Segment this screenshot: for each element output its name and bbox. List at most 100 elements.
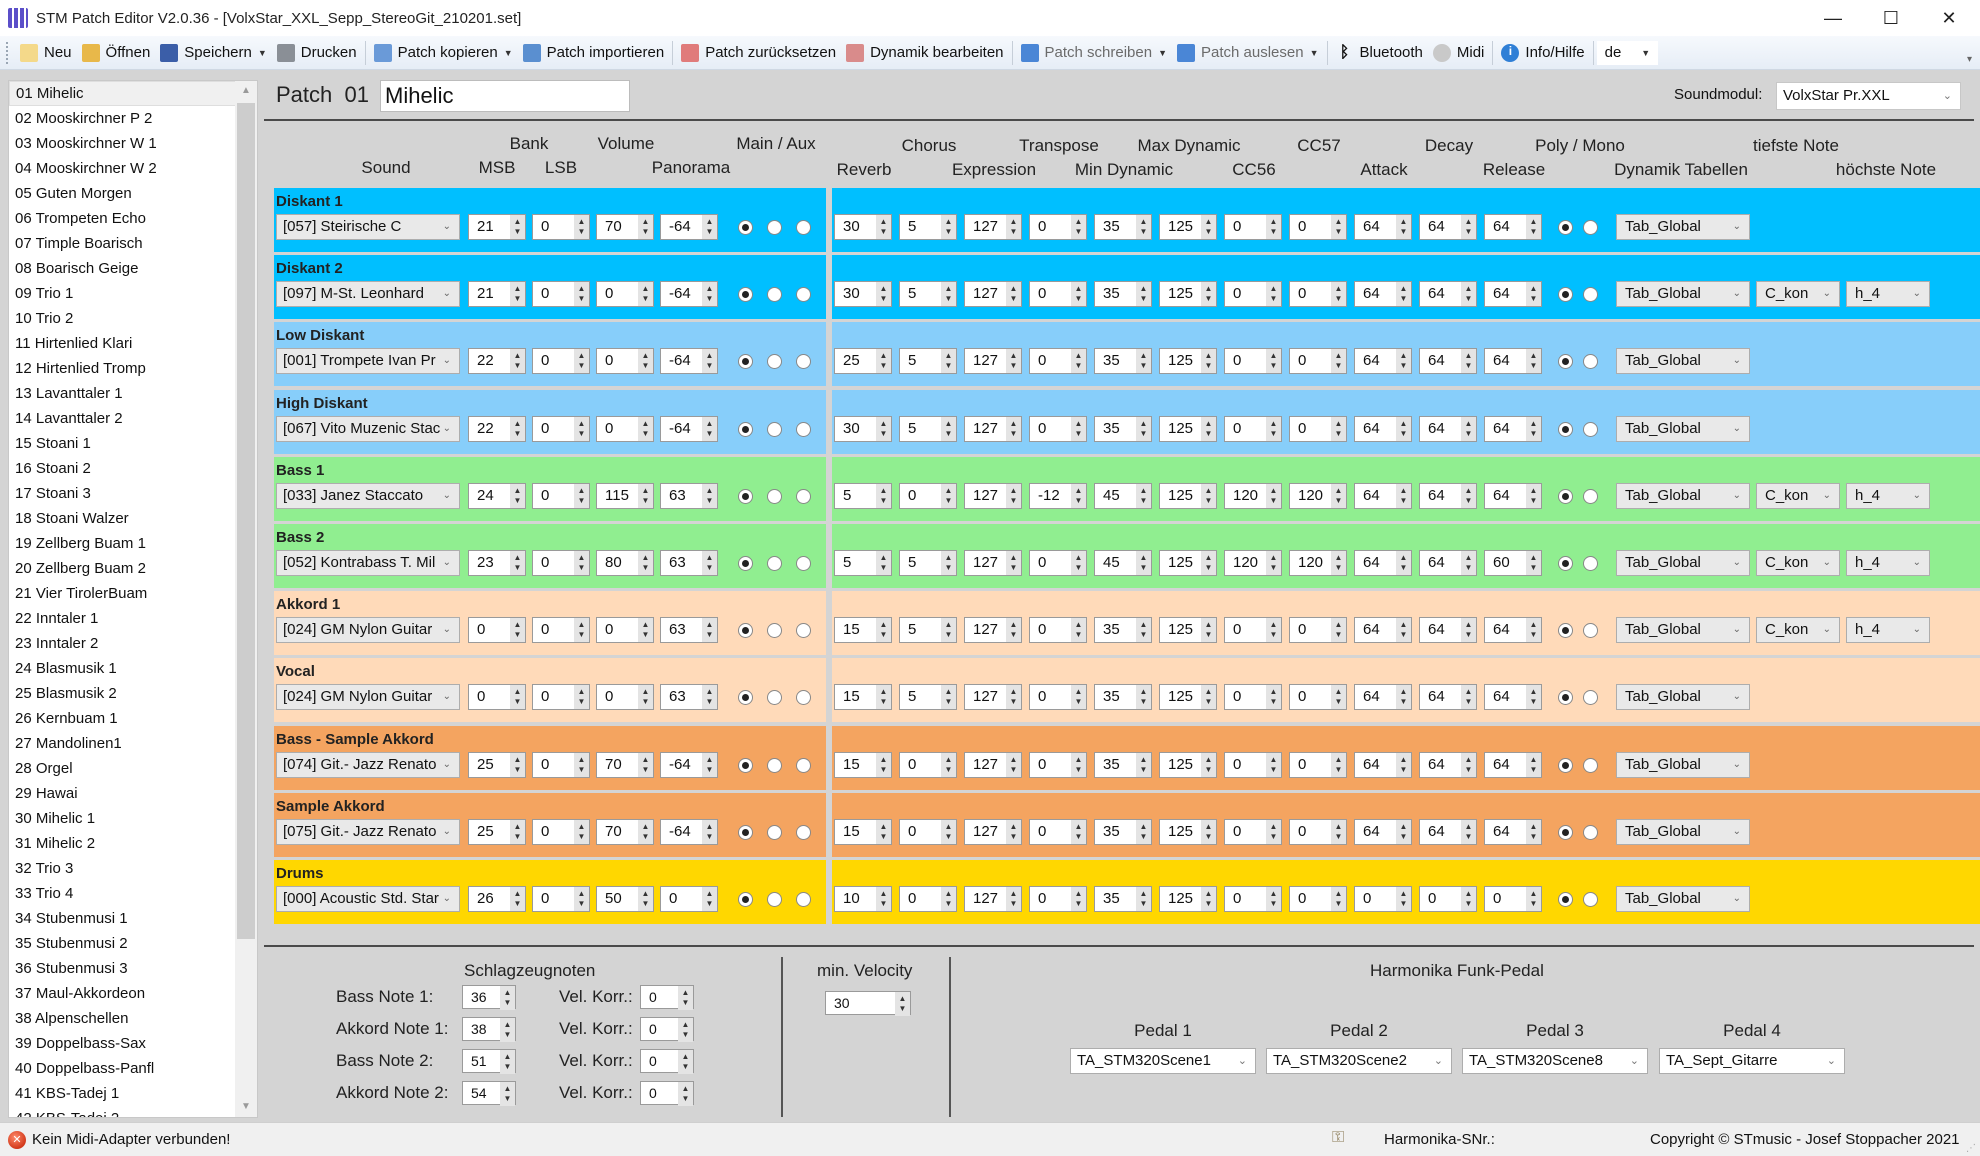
aux1-radio[interactable]	[767, 354, 782, 370]
reverb-spinner[interactable]: 15 ▲ ▼	[834, 751, 892, 778]
transpose-spinner[interactable]: 0 ▲ ▼	[1029, 886, 1087, 912]
poly-radio[interactable]	[1558, 892, 1573, 907]
cc56-spinner[interactable]: 120 ▲ ▼	[1224, 550, 1282, 576]
expression-spinner[interactable]: 127 ▲ ▼	[964, 348, 1022, 375]
sound-select[interactable]: [097] M-St. Leonhard ⌄	[276, 281, 460, 308]
spinner-arrows-icon[interactable]: ▲ ▼	[941, 752, 956, 777]
spinner-arrows-icon[interactable]: ▲ ▼	[510, 887, 525, 911]
cc56-spinner[interactable]: 0 ▲ ▼	[1224, 751, 1282, 778]
soundmodul-select[interactable]: VolxStar Pr.XXL ⌄	[1776, 82, 1961, 110]
cc56-spinner[interactable]: 120 ▲ ▼	[1224, 482, 1282, 509]
lsb-spinner[interactable]: 0 ▲ ▼	[532, 214, 590, 240]
toolbar-info-hilfe-button[interactable]: i Info/Hilfe	[1496, 39, 1589, 67]
spinner-arrows-icon[interactable]: ▲ ▼	[678, 1082, 693, 1106]
chorus-spinner[interactable]: 5 ▲ ▼	[899, 214, 957, 240]
patch-list-item[interactable]: 04 Mooskirchner W 2	[9, 156, 237, 181]
spinner-arrows-icon[interactable]: ▲ ▼	[1136, 618, 1151, 643]
volume-spinner[interactable]: 0 ▲ ▼	[596, 348, 654, 375]
spinner-arrows-icon[interactable]: ▲ ▼	[574, 618, 589, 643]
patch-list-item[interactable]: 24 Blasmusik 1	[9, 656, 237, 681]
aux1-radio[interactable]	[767, 623, 782, 639]
panorama-spinner[interactable]: 63 ▲ ▼	[660, 617, 718, 644]
dropdown-caret-icon[interactable]: ▼	[504, 48, 513, 58]
transpose-spinner[interactable]: 0 ▲ ▼	[1029, 281, 1087, 308]
attack-spinner[interactable]: 64 ▲ ▼	[1354, 818, 1412, 845]
patch-list-item[interactable]: 12 Hirtenlied Tromp	[9, 356, 237, 381]
chorus-spinner[interactable]: 5 ▲ ▼	[899, 617, 957, 644]
toolbar-öffnen-button[interactable]: Öffnen	[77, 39, 156, 67]
volume-spinner[interactable]: 70 ▲ ▼	[596, 214, 654, 240]
min-velocity-spinner[interactable]: 30 ▲ ▼	[825, 991, 911, 1016]
attack-spinner[interactable]: 64 ▲ ▼	[1354, 348, 1412, 375]
patch-list-item[interactable]: 19 Zellberg Buam 1	[9, 531, 237, 556]
toolbar-overflow-icon[interactable]: ▾	[1967, 54, 1972, 65]
patch-list-item[interactable]: 16 Stoani 2	[9, 456, 237, 481]
main-radio[interactable]	[738, 488, 753, 504]
patch-list-item[interactable]: 25 Blasmusik 2	[9, 681, 237, 706]
spinner-arrows-icon[interactable]: ▲ ▼	[1266, 416, 1281, 441]
main-radio[interactable]	[738, 220, 753, 235]
transpose-spinner[interactable]: 0 ▲ ▼	[1029, 751, 1087, 778]
patch-list-item[interactable]: 39 Doppelbass-Sax	[9, 1031, 237, 1056]
mono-radio[interactable]	[1583, 220, 1598, 235]
dynamik-table-select[interactable]: Tab_Global ⌄	[1616, 415, 1750, 442]
pedal-select[interactable]: TA_STM320Scene8 ⌄	[1462, 1048, 1648, 1074]
mono-radio[interactable]	[1583, 690, 1598, 706]
sound-select[interactable]: [000] Acoustic Std. Star ⌄	[276, 886, 460, 912]
poly-radio[interactable]	[1558, 287, 1573, 303]
min-dynamic-spinner[interactable]: 35 ▲ ▼	[1094, 751, 1152, 778]
spinner-arrows-icon[interactable]: ▲ ▼	[638, 483, 653, 508]
vel-korr-spinner[interactable]: 0 ▲ ▼	[640, 1049, 694, 1074]
aux2-radio[interactable]	[796, 892, 811, 907]
toolbar-patch-auslesen-button[interactable]: Patch auslesen ▼	[1172, 39, 1324, 67]
max-dynamic-spinner[interactable]: 125 ▲ ▼	[1159, 348, 1217, 375]
spinner-arrows-icon[interactable]: ▲ ▼	[941, 215, 956, 239]
spinner-arrows-icon[interactable]: ▲ ▼	[1201, 483, 1216, 508]
patch-list-item[interactable]: 05 Guten Morgen	[9, 181, 237, 206]
spinner-arrows-icon[interactable]: ▲ ▼	[500, 986, 515, 1010]
spinner-arrows-icon[interactable]: ▲ ▼	[702, 215, 717, 239]
poly-radio[interactable]	[1558, 488, 1573, 504]
dropdown-caret-icon[interactable]: ▼	[1310, 48, 1319, 58]
spinner-arrows-icon[interactable]: ▲ ▼	[574, 819, 589, 844]
aux1-radio[interactable]	[767, 824, 782, 840]
spinner-arrows-icon[interactable]: ▲ ▼	[1526, 887, 1541, 911]
patch-list-item[interactable]: 23 Inntaler 2	[9, 631, 237, 656]
spinner-arrows-icon[interactable]: ▲ ▼	[702, 685, 717, 710]
mono-radio[interactable]	[1583, 892, 1598, 907]
reverb-spinner[interactable]: 15 ▲ ▼	[834, 684, 892, 711]
spinner-arrows-icon[interactable]: ▲ ▼	[1396, 752, 1411, 777]
dynamik-table-select[interactable]: Tab_Global ⌄	[1616, 550, 1750, 576]
main-radio[interactable]	[738, 757, 753, 773]
panorama-spinner[interactable]: 0 ▲ ▼	[660, 886, 718, 912]
main-radio[interactable]	[738, 690, 753, 706]
transpose-spinner[interactable]: 0 ▲ ▼	[1029, 214, 1087, 240]
release-spinner[interactable]: 60 ▲ ▼	[1484, 550, 1542, 576]
poly-radio[interactable]	[1558, 757, 1573, 773]
spinner-arrows-icon[interactable]: ▲ ▼	[876, 349, 891, 374]
reverb-spinner[interactable]: 5 ▲ ▼	[834, 482, 892, 509]
toolbar-midi-button[interactable]: Midi	[1428, 39, 1490, 67]
aux2-radio[interactable]	[796, 623, 811, 639]
spinner-arrows-icon[interactable]: ▲ ▼	[1006, 215, 1021, 239]
dynamik-table-select[interactable]: Tab_Global ⌄	[1616, 751, 1750, 778]
scroll-down-icon[interactable]: ▼	[235, 1097, 257, 1117]
panorama-spinner[interactable]: -64 ▲ ▼	[660, 751, 718, 778]
max-dynamic-spinner[interactable]: 125 ▲ ▼	[1159, 818, 1217, 845]
release-spinner[interactable]: 64 ▲ ▼	[1484, 214, 1542, 240]
msb-spinner[interactable]: 25 ▲ ▼	[468, 818, 526, 845]
spinner-arrows-icon[interactable]: ▲ ▼	[941, 887, 956, 911]
lowest-note-select[interactable]: C_kon ⌄	[1756, 617, 1840, 644]
patch-list-item[interactable]: 31 Mihelic 2	[9, 831, 237, 856]
spinner-arrows-icon[interactable]: ▲ ▼	[1526, 618, 1541, 643]
spinner-arrows-icon[interactable]: ▲ ▼	[1136, 819, 1151, 844]
spinner-arrows-icon[interactable]: ▲ ▼	[574, 752, 589, 777]
patch-list-item[interactable]: 42 KBS-Tadej 2	[9, 1106, 237, 1117]
spinner-arrows-icon[interactable]: ▲ ▼	[510, 215, 525, 239]
expression-spinner[interactable]: 127 ▲ ▼	[964, 415, 1022, 442]
max-dynamic-spinner[interactable]: 125 ▲ ▼	[1159, 415, 1217, 442]
spinner-arrows-icon[interactable]: ▲ ▼	[941, 551, 956, 575]
spinner-arrows-icon[interactable]: ▲ ▼	[941, 416, 956, 441]
spinner-arrows-icon[interactable]: ▲ ▼	[941, 819, 956, 844]
attack-spinner[interactable]: 64 ▲ ▼	[1354, 415, 1412, 442]
